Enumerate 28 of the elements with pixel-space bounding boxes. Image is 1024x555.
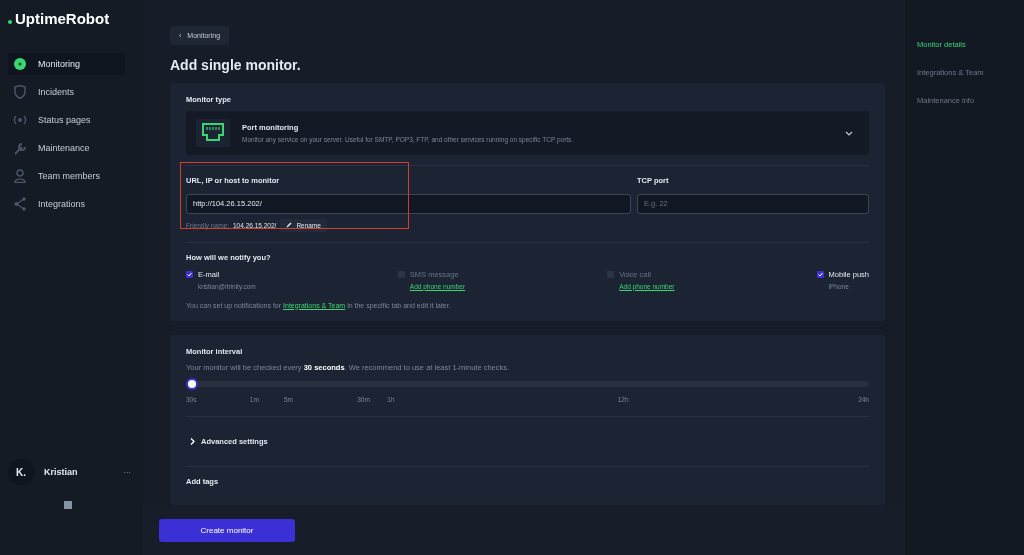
chevron-right-icon bbox=[190, 437, 195, 445]
sidebar-item[interactable]: Incidents bbox=[8, 81, 125, 103]
status-dot-icon bbox=[13, 57, 27, 71]
slider-thumb[interactable] bbox=[186, 377, 198, 390]
chevron-down-icon bbox=[845, 130, 853, 136]
person-icon bbox=[14, 169, 26, 183]
create-monitor-button[interactable]: Create monitor bbox=[159, 518, 295, 542]
broadcast-icon bbox=[13, 114, 27, 126]
pencil-icon bbox=[286, 222, 293, 228]
sidebar-item[interactable]: Status pages bbox=[8, 109, 125, 131]
sidebar-item[interactable]: Monitoring bbox=[8, 53, 125, 75]
slider-track[interactable] bbox=[198, 380, 869, 387]
user-name: Kristian bbox=[44, 467, 79, 477]
sidebar-item[interactable]: Integrations bbox=[8, 193, 125, 215]
sidebar-item[interactable]: Team members bbox=[8, 165, 125, 187]
user-avatar[interactable]: K. bbox=[8, 459, 34, 485]
collapse-icon[interactable] bbox=[64, 501, 72, 509]
share-icon bbox=[14, 197, 26, 211]
logo-text: UptimeRobot bbox=[15, 10, 110, 27]
more-button[interactable]: ··· bbox=[123, 467, 131, 477]
shield-icon bbox=[14, 85, 26, 99]
page-title: Add single monitor. bbox=[170, 57, 302, 73]
checkbox[interactable] bbox=[186, 270, 193, 278]
ethernet-port-icon bbox=[196, 119, 230, 147]
sidebar-item[interactable]: Maintenance bbox=[8, 137, 125, 159]
wrench-icon bbox=[13, 141, 27, 155]
checkbox[interactable] bbox=[816, 270, 824, 278]
logo-dot-icon bbox=[8, 20, 12, 24]
